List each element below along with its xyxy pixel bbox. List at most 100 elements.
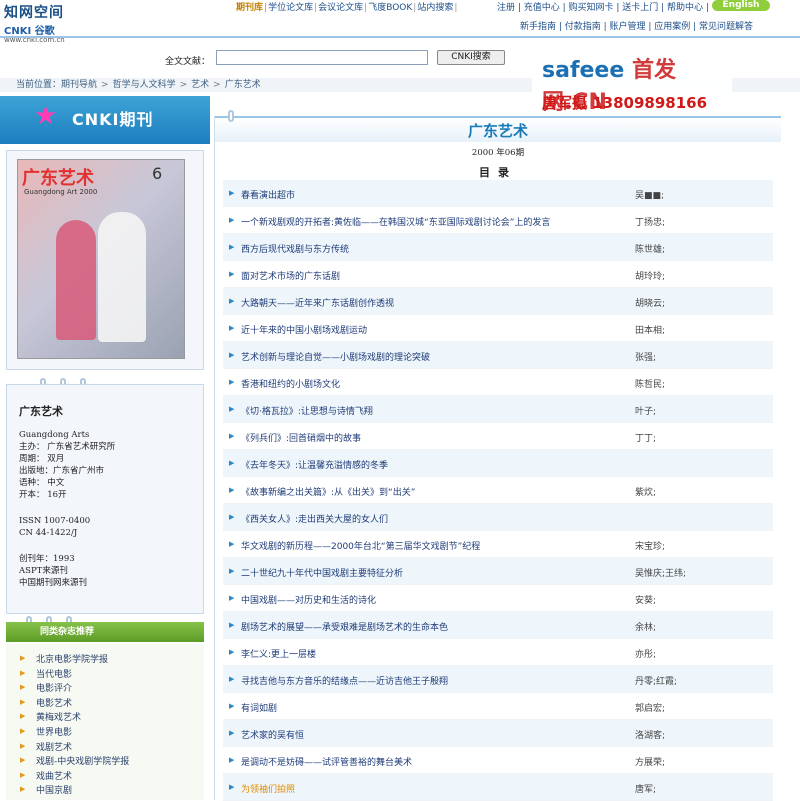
article-author[interactable]: 安葵; — [635, 593, 656, 606]
article-title-link[interactable]: 艺术家的吴有恒 — [241, 728, 304, 741]
article-author[interactable]: 亦彤; — [635, 647, 656, 660]
article-title-link[interactable]: 李仁义:更上一层楼 — [241, 647, 316, 660]
similar-journal-link[interactable]: ▶ 黄梅戏艺术 — [6, 710, 204, 725]
article-title-link[interactable]: 《列兵们》:回首硝烟中的故事 — [241, 431, 361, 444]
breadcrumb-item[interactable]: 广东艺术 — [225, 80, 261, 90]
article-title-link[interactable]: 面对艺术市场的广东话剧 — [241, 269, 340, 282]
arrow-bullet-icon: ▶ — [229, 729, 235, 737]
article-title-link[interactable]: 一个新戏剧观的开拓者:黄佐临——在韩国汉城“东亚国际戏剧讨论会”上的发言 — [241, 215, 550, 228]
article-title-link[interactable]: 中国戏剧——对历史和生活的诗化 — [241, 593, 376, 606]
top-nav-item[interactable]: 期刊库 — [236, 3, 263, 13]
contents-header-bar: 广东艺术 — [215, 116, 781, 142]
watermark: safeee 首发网.CN 唐军摄 13809898166 — [532, 42, 732, 116]
arrow-bullet-icon: ▶ — [229, 378, 235, 386]
arrow-bullet-icon: ▶ — [229, 486, 235, 494]
article-author[interactable]: 余林; — [635, 620, 656, 633]
cover-panel: 广东艺术 Guangdong Art 2000 6 — [6, 150, 204, 370]
article-title-link[interactable]: 二十世纪九十年代中国戏剧主要特征分析 — [241, 566, 403, 579]
similar-journal-link[interactable]: ▶ 北京电影学院学报 — [6, 652, 204, 667]
arrow-bullet-icon: ▶ — [229, 783, 235, 791]
watermark-contact: 唐军摄 13809898166 — [542, 94, 708, 112]
cover-title: 广东艺术 — [22, 168, 94, 189]
article-title-link[interactable]: 香港和纽约的小剧场文化 — [241, 377, 340, 390]
article-row: ▶ 《故事新编之出关篇》:从《出关》到“出关” 紫炊; — [223, 477, 773, 504]
article-author[interactable]: 胡玲玲; — [635, 269, 665, 282]
article-author[interactable]: 丹零;红霞; — [635, 674, 677, 687]
site-logo[interactable]: 知网空间 CNKI 谷歌 www.cnki.com.cn — [4, 2, 104, 44]
article-title-link[interactable]: 为领袖们拍照 — [241, 782, 295, 795]
similar-journal-label: 戏曲艺术 — [36, 771, 73, 782]
article-author[interactable]: 吴惟庆;王纬; — [635, 566, 686, 579]
breadcrumb-item[interactable]: 哲学与人文科学 — [113, 80, 176, 90]
article-title-link[interactable]: 西方后现代戏剧与东方传统 — [241, 242, 349, 255]
article-title-link[interactable]: 是调动不是妨碍——试评管善裕的舞台美术 — [241, 755, 412, 768]
search-input[interactable] — [216, 50, 428, 65]
article-title-link[interactable]: 有词如剧 — [241, 701, 277, 714]
article-author[interactable]: 田本相; — [635, 323, 665, 336]
top-nav-item[interactable]: 会议论文库 — [318, 3, 363, 13]
article-title-link[interactable]: 《去年冬天》:让温馨充溢情感的冬季 — [241, 458, 388, 471]
similar-journal-link[interactable]: ▶ 戏曲艺术 — [6, 769, 204, 784]
arrow-bullet-icon: ▶ — [229, 324, 235, 332]
similar-journal-link[interactable]: ▶ 戏剧艺术 — [6, 740, 204, 755]
article-author[interactable]: 丁扬忠; — [635, 215, 665, 228]
article-title-link[interactable]: 剧场艺术的展望——承受艰难是剧场艺术的生命本色 — [241, 620, 448, 633]
article-author[interactable]: 洛湖客; — [635, 728, 665, 741]
article-author[interactable]: 张强; — [635, 350, 656, 363]
article-row: ▶ 面对艺术市场的广东话剧 胡玲玲; — [223, 261, 773, 288]
article-row: ▶ 为领袖们拍照 唐军; — [223, 774, 773, 801]
similar-journal-link[interactable]: ▶ 电影艺术 — [6, 696, 204, 711]
similar-journal-link[interactable]: ▶ 当代电影 — [6, 667, 204, 682]
similar-journal-label: 电影评介 — [36, 684, 73, 695]
similar-journals-heading: 同类杂志推荐 — [6, 622, 204, 642]
bullet-icon: ▶ — [20, 697, 26, 706]
article-author[interactable]: 叶子; — [635, 404, 656, 417]
article-row: ▶ 剧场艺术的展望——承受艰难是剧场艺术的生命本色 余林; — [223, 612, 773, 639]
similar-journal-link[interactable]: ▶ 中国京剧 — [6, 783, 204, 798]
top-nav-item[interactable]: 学位论文库 — [268, 3, 313, 13]
article-title-link[interactable]: 大路朝天——近年来广东话剧创作透视 — [241, 296, 394, 309]
top-nav-item[interactable]: 飞度BOOK — [368, 3, 412, 13]
article-author[interactable]: 唐军; — [635, 782, 656, 795]
article-row: ▶ 李仁义:更上一层楼 亦彤; — [223, 639, 773, 666]
account-nav[interactable]: 注册 | 充值中心 | 购买知网卡 | 送卡上门 | 帮助中心 | — [497, 0, 709, 13]
bullet-icon: ▶ — [20, 668, 26, 677]
article-author[interactable]: 陈世雄; — [635, 242, 665, 255]
english-button[interactable]: English — [712, 0, 770, 11]
cnki-search-button[interactable]: CNKI搜索 — [437, 50, 505, 65]
bullet-icon: ▶ — [20, 741, 26, 750]
article-title-link[interactable]: 寻找吉他与东方音乐的结缘点——近访吉他王子殷翔 — [241, 674, 448, 687]
article-author[interactable]: 郭启宏; — [635, 701, 665, 714]
article-title-link[interactable]: 近十年来的中国小剧场戏剧运动 — [241, 323, 367, 336]
article-row: ▶ 一个新戏剧观的开拓者:黄佐临——在韩国汉城“东亚国际戏剧讨论会”上的发言 丁扬忠… — [223, 207, 773, 234]
article-author[interactable]: 胡晓云; — [635, 296, 665, 309]
article-author[interactable]: 丁丁; — [635, 431, 656, 444]
arrow-bullet-icon: ▶ — [229, 567, 235, 575]
help-nav[interactable]: 新手指南 | 付款指南 | 账户管理 | 应用案例 | 常见问题解答 — [520, 19, 753, 32]
article-title-link[interactable]: 《西关女人》:走出西关大屋的女人们 — [241, 512, 388, 525]
article-title-link[interactable]: 艺术创新与理论自觉——小剧场戏剧的理论突破 — [241, 350, 430, 363]
breadcrumb-item[interactable]: 艺术 — [191, 80, 209, 90]
arrow-bullet-icon: ▶ — [229, 351, 235, 359]
article-author[interactable]: 吴■■; — [635, 188, 664, 201]
top-nav-item[interactable]: 站内搜索 — [417, 3, 453, 13]
article-title-link[interactable]: 春看演出超市 — [241, 188, 295, 201]
article-title-link[interactable]: 《故事新编之出关篇》:从《出关》到“出关” — [241, 485, 415, 498]
breadcrumb-item[interactable]: 当前位置：期刊导航 — [16, 80, 97, 90]
article-title-link[interactable]: 华文戏剧的新历程——2000年台北“第三届华文戏剧节”纪程 — [241, 539, 480, 552]
article-author[interactable]: 紫炊; — [635, 485, 656, 498]
journal-english-name: Guangdong Arts — [19, 430, 90, 440]
journal-name: 广东艺术 — [19, 405, 63, 418]
journal-place: 出版地：广东省广州市 — [19, 466, 105, 476]
article-title-link[interactable]: 《切·格瓦拉》:让思想与诗情飞翔 — [241, 404, 373, 417]
article-author[interactable]: 陈哲民; — [635, 377, 665, 390]
issue-journal-title: 广东艺术 — [467, 122, 528, 140]
bullet-icon: ▶ — [20, 712, 26, 721]
article-author[interactable]: 宋宝珍; — [635, 539, 665, 552]
arrow-bullet-icon: ▶ — [229, 513, 235, 521]
similar-journal-link[interactable]: ▶ 世界电影 — [6, 725, 204, 740]
similar-journal-link[interactable]: ▶ 电影评介 — [6, 681, 204, 696]
article-row: ▶ 《去年冬天》:让温馨充溢情感的冬季 — [223, 450, 773, 477]
similar-journal-link[interactable]: ▶ 戏剧-中央戏剧学院学报 — [6, 754, 204, 769]
article-author[interactable]: 方展荣; — [635, 755, 665, 768]
